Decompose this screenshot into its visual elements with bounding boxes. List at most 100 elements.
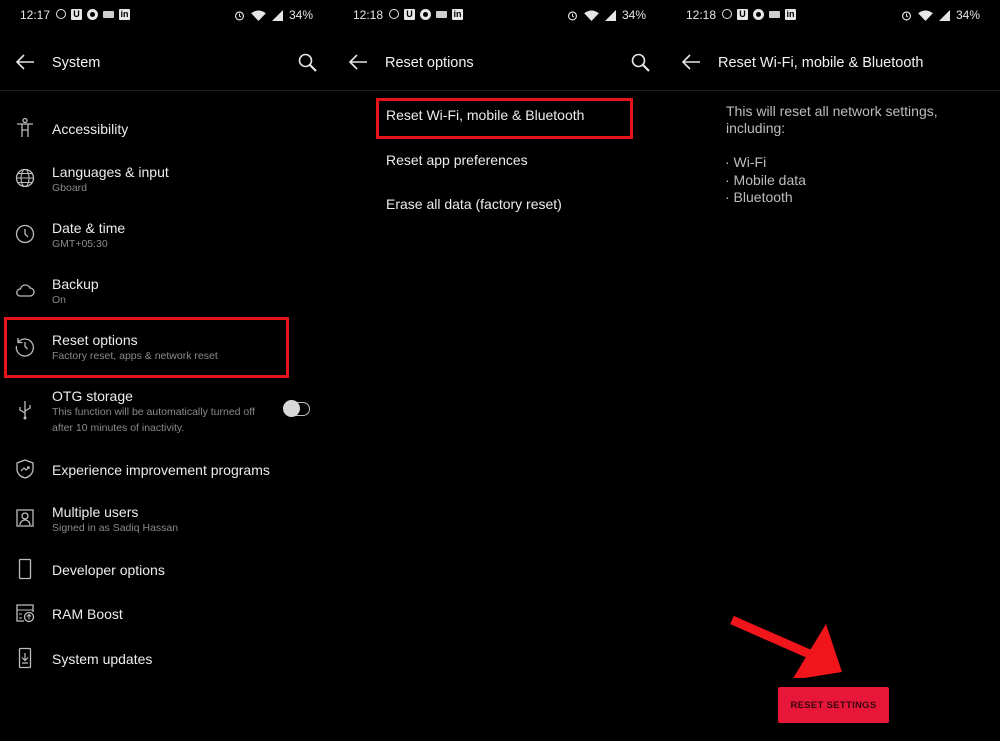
red-arrow-annotation: [730, 615, 842, 678]
arrow-left-icon[interactable]: [14, 52, 36, 72]
item-label: Date & time: [52, 220, 126, 236]
page-title: Reset options: [385, 55, 474, 71]
settings-item-accessibility[interactable]: Accessibility: [0, 116, 333, 142]
reset-settings-button[interactable]: RESET SETTINGS: [778, 687, 889, 723]
whatsapp-icon: [56, 9, 66, 19]
linkedin-icon: in: [452, 9, 463, 20]
settings-item-developer-options[interactable]: Developer options: [0, 557, 333, 583]
item-label: OTG storage: [52, 388, 133, 404]
linkedin-icon: in: [119, 9, 130, 20]
item-subtitle: GMT+05:30: [52, 238, 108, 250]
page-title: System: [52, 55, 101, 71]
gboard-icon: [769, 11, 780, 18]
item-subtitle: On: [52, 294, 67, 306]
whatsapp-icon: [722, 9, 732, 19]
user-icon: [16, 509, 34, 527]
option-reset-app-preferences[interactable]: Reset app preferences: [386, 152, 528, 168]
otg-storage-toggle[interactable]: [283, 400, 310, 417]
signal-icon: [271, 9, 283, 21]
toggle-knob: [283, 400, 300, 417]
app-bar: Reset Wi-Fi, mobile & Bluetooth: [666, 44, 1000, 84]
cloud-icon: [16, 284, 35, 297]
settings-item-backup[interactable]: Backup On: [0, 274, 333, 308]
ring-app-icon: [753, 9, 764, 20]
arrow-left-icon[interactable]: [680, 52, 702, 72]
shield-trend-icon: [16, 459, 34, 479]
notification-icons: U in: [389, 9, 463, 20]
search-icon[interactable]: [297, 52, 319, 74]
system-update-icon: [18, 647, 32, 669]
highlight-box: [4, 317, 289, 378]
globe-icon: [15, 168, 35, 188]
reset-options-panel: 12:18 U in 34% Reset options Reset Wi-Fi…: [333, 0, 666, 741]
app-bar: Reset options: [333, 44, 666, 84]
header-divider: [666, 90, 1000, 91]
item-subtitle: This function will be automatically turn…: [52, 406, 255, 418]
usb-icon: [19, 401, 31, 420]
wifi-icon: [251, 9, 266, 21]
reset-items-list: · Wi-Fi · Mobile data · Bluetooth: [725, 154, 806, 207]
list-item: · Bluetooth: [725, 189, 793, 205]
settings-item-multiple-users[interactable]: Multiple users Signed in as Sadiq Hassan: [0, 502, 333, 536]
status-bar: 12:17 U in 34%: [20, 7, 313, 25]
ring-app-icon: [87, 9, 98, 20]
settings-item-system-updates[interactable]: System updates: [0, 646, 333, 672]
settings-item-languages[interactable]: Languages & input Gboard: [0, 162, 333, 196]
u-app-icon: U: [71, 9, 82, 20]
gboard-icon: [103, 11, 114, 18]
system-status-icons: 34%: [567, 8, 646, 22]
alarm-icon: [567, 10, 578, 20]
status-bar: 12:18 U in 34%: [353, 7, 646, 25]
item-label: Experience improvement programs: [52, 462, 270, 478]
search-icon[interactable]: [630, 52, 652, 74]
status-time: 12:18: [686, 8, 717, 22]
notification-icons: U in: [56, 9, 130, 20]
description-line: This will reset all network settings,: [726, 103, 938, 119]
option-erase-all-data[interactable]: Erase all data (factory reset): [386, 196, 562, 212]
item-label: Developer options: [52, 562, 165, 578]
notification-icons: U in: [722, 9, 796, 20]
signal-icon: [938, 9, 950, 21]
item-label: Accessibility: [52, 121, 129, 137]
app-bar: System: [0, 44, 333, 84]
item-subtitle-2: after 10 minutes of inactivity.: [52, 422, 185, 434]
u-app-icon: U: [404, 9, 415, 20]
wifi-icon: [918, 9, 933, 21]
u-app-icon: U: [737, 9, 748, 20]
status-time: 12:17: [20, 8, 51, 22]
highlight-box: [376, 98, 633, 139]
system-panel: 12:17 U in 34% System Accessibility Lang…: [0, 0, 333, 741]
battery-percent: 34%: [288, 8, 313, 22]
reset-network-panel: 12:18 U in 34% Reset Wi-Fi, mobile & Blu…: [666, 0, 1000, 741]
linkedin-icon: in: [785, 9, 796, 20]
settings-item-date-time[interactable]: Date & time GMT+05:30: [0, 218, 333, 252]
system-status-icons: 34%: [234, 8, 313, 22]
header-divider: [0, 90, 333, 91]
item-label: Multiple users: [52, 504, 139, 520]
signal-icon: [604, 9, 616, 21]
settings-item-experience-improvement[interactable]: Experience improvement programs: [0, 457, 333, 483]
header-divider: [333, 90, 666, 91]
description-line: including:: [726, 120, 786, 136]
status-time: 12:18: [353, 8, 384, 22]
settings-item-ram-boost[interactable]: RAM Boost: [0, 601, 333, 627]
page-title: Reset Wi-Fi, mobile & Bluetooth: [718, 55, 924, 71]
accessibility-icon: [17, 117, 33, 137]
battery-percent: 34%: [955, 8, 980, 22]
battery-percent: 34%: [621, 8, 646, 22]
item-label: System updates: [52, 651, 153, 667]
status-bar: 12:18 U in 34%: [686, 7, 980, 25]
reset-description: This will reset all network settings, in…: [726, 103, 976, 137]
item-label: Languages & input: [52, 164, 169, 180]
alarm-icon: [901, 10, 912, 20]
list-item: · Wi-Fi: [725, 154, 767, 170]
alarm-icon: [234, 10, 245, 20]
item-subtitle: Gboard: [52, 182, 88, 194]
phone-icon: [18, 558, 32, 580]
whatsapp-icon: [389, 9, 399, 19]
gboard-icon: [436, 11, 447, 18]
arrow-left-icon[interactable]: [347, 52, 369, 72]
clock-icon: [15, 224, 35, 244]
list-item: · Mobile data: [725, 171, 806, 188]
ram-boost-icon: [16, 604, 35, 623]
